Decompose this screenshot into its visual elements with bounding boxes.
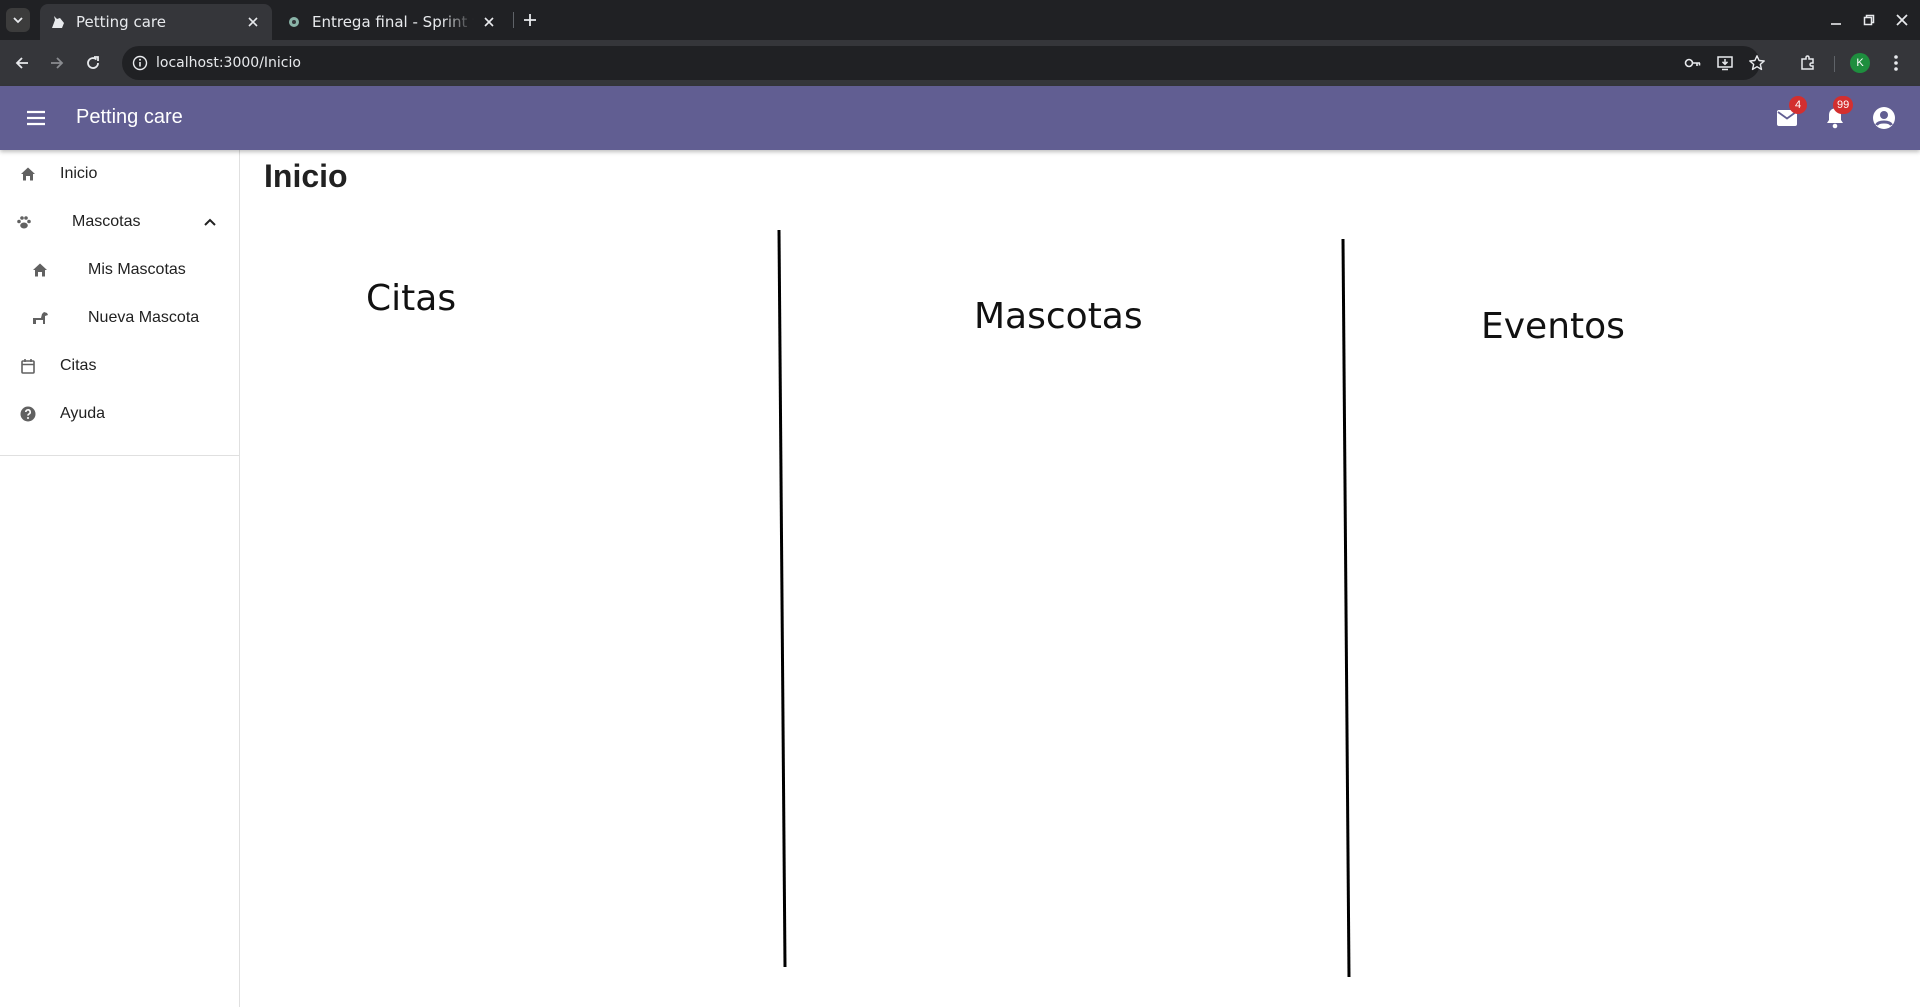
- calendar-icon: [18, 356, 38, 376]
- column-divider-line: [777, 229, 787, 968]
- sidebar-item-label: Nueva Mascota: [88, 309, 200, 326]
- sidebar-item-mis-mascotas[interactable]: Mis Mascotas: [0, 246, 239, 294]
- reload-icon: [87, 56, 99, 69]
- mail-badge: 4: [1789, 96, 1807, 114]
- install-app-icon[interactable]: [1714, 52, 1736, 74]
- sidebar-item-citas[interactable]: Citas: [0, 342, 239, 390]
- close-tab-icon[interactable]: [244, 13, 262, 31]
- reload-button[interactable]: [78, 48, 108, 78]
- main-content: Inicio Citas Mascotas Eventos: [240, 150, 1920, 1007]
- chevron-up-icon[interactable]: [200, 212, 220, 232]
- browser-tab-active[interactable]: Petting care: [40, 4, 272, 40]
- sidebar-item-label: Citas: [60, 357, 97, 374]
- forward-button[interactable]: [42, 48, 72, 78]
- notifications-button[interactable]: 99: [1819, 96, 1854, 134]
- browser-toolbar: localhost:3000/Inicio K: [0, 40, 1920, 86]
- dog-icon: [30, 308, 50, 328]
- close-window-button[interactable]: [1890, 8, 1914, 32]
- new-tab-button[interactable]: [518, 8, 542, 32]
- notifications-badge: 99: [1833, 96, 1854, 114]
- tab-search-button[interactable]: [6, 8, 30, 32]
- more-menu-icon[interactable]: [1884, 51, 1908, 75]
- site-info-icon[interactable]: [130, 53, 150, 73]
- help-icon: [18, 404, 38, 424]
- hamburger-menu-button[interactable]: [18, 100, 54, 136]
- sidebar-item-label: Ayuda: [60, 405, 106, 422]
- home-icon: [30, 260, 50, 280]
- cat-favicon-icon: [50, 14, 66, 30]
- sidebar-item-nueva-mascota[interactable]: Nueva Mascota: [0, 294, 239, 342]
- account-button[interactable]: [1868, 102, 1900, 134]
- url-text: localhost:3000/Inicio: [156, 55, 301, 71]
- paw-icon: [14, 212, 34, 232]
- back-button[interactable]: [7, 48, 37, 78]
- app-bar: Petting care 4 99: [0, 86, 1920, 150]
- tab-title: Entrega final - Sprint tas: [312, 13, 474, 31]
- arrow-right-icon: [51, 57, 64, 69]
- column-divider-line: [1341, 238, 1351, 978]
- account-circle-icon: [1873, 107, 1895, 129]
- mail-button[interactable]: 4: [1771, 96, 1807, 134]
- address-bar[interactable]: localhost:3000/Inicio: [122, 46, 1765, 80]
- sidebar-item-label: Inicio: [60, 165, 98, 182]
- minimize-button[interactable]: [1824, 8, 1848, 32]
- restore-button[interactable]: [1857, 8, 1881, 32]
- home-icon: [18, 164, 38, 184]
- plus-icon: [524, 14, 536, 26]
- bookmark-star-icon[interactable]: [1746, 52, 1768, 74]
- sidebar-item-label: Mis Mascotas: [88, 261, 186, 278]
- column-dividers: [777, 229, 1351, 978]
- sidebar-divider: [0, 455, 239, 456]
- close-tab-icon[interactable]: [480, 13, 498, 31]
- sidebar-item-ayuda[interactable]: Ayuda: [0, 390, 239, 438]
- key-icon[interactable]: [1682, 52, 1704, 74]
- sidebar: Inicio Mascotas Mis Mascotas Nueva Masco…: [0, 150, 240, 1007]
- restore-icon: [1863, 14, 1875, 26]
- menu-icon: [27, 110, 45, 126]
- minimize-icon: [1831, 23, 1841, 25]
- toolbar-divider: [1834, 56, 1835, 72]
- extensions-icon[interactable]: [1796, 51, 1820, 75]
- browser-tab-inactive[interactable]: Entrega final - Sprint tas: [276, 4, 508, 40]
- browser-tabstrip: Petting care Entrega final - Sprint tas: [0, 0, 1920, 40]
- chevron-down-icon: [13, 17, 23, 24]
- profile-avatar[interactable]: K: [1850, 53, 1870, 73]
- arrow-left-icon: [15, 57, 28, 69]
- sidebar-item-mascotas[interactable]: Mascotas: [0, 198, 239, 246]
- gear-favicon-icon: [286, 14, 302, 30]
- tab-separator: [513, 12, 514, 28]
- sidebar-item-label: Mascotas: [72, 213, 141, 230]
- app-title: Petting care: [76, 106, 183, 128]
- close-icon: [1896, 14, 1908, 26]
- sidebar-item-inicio[interactable]: Inicio: [0, 150, 239, 198]
- tab-title: Petting care: [76, 13, 166, 31]
